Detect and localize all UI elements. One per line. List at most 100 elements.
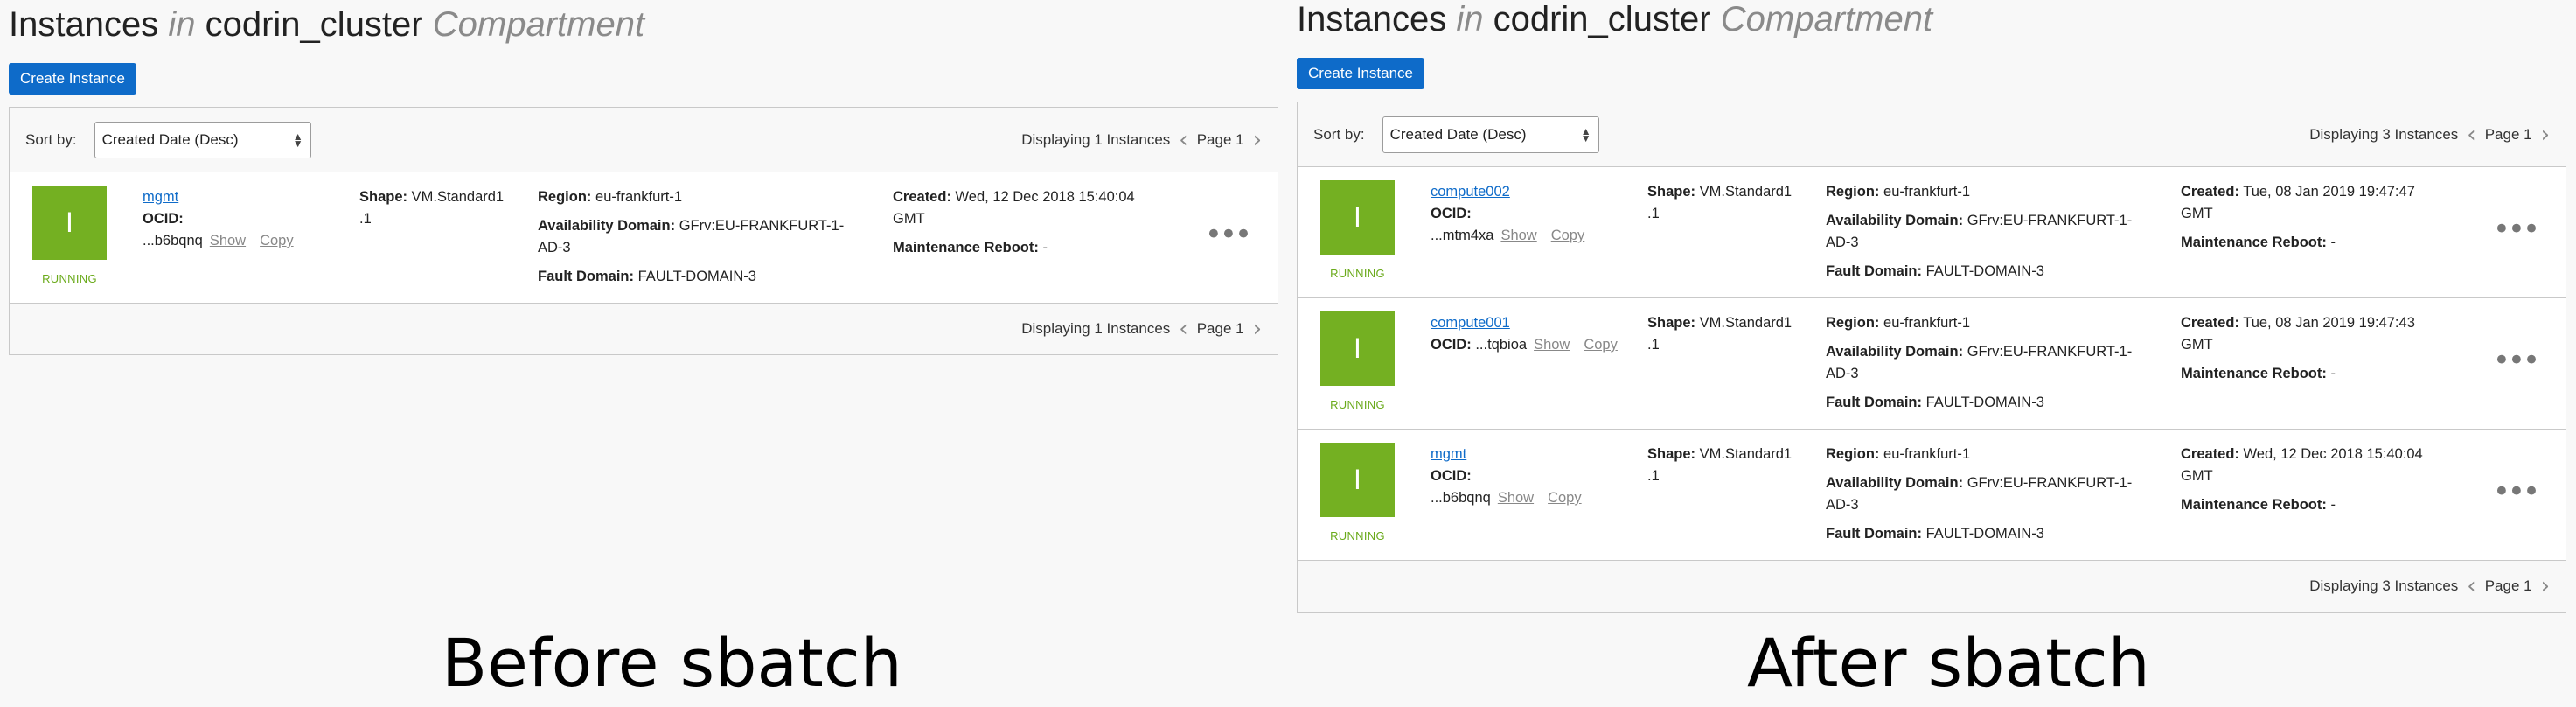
chevron-left-icon[interactable]: ‹ [1179, 129, 1187, 151]
title-in: in [1456, 0, 1484, 38]
shape-label: Shape: [1647, 315, 1696, 331]
list-toolbar: Sort by: Created Date (Desc) ▲ ▼ Displayi… [1298, 102, 2566, 167]
pager-bottom: Displaying 3 Instances ‹ Page 1 › [2309, 575, 2550, 598]
instance-state: RUNNING [1330, 398, 1385, 411]
created-col: Created: Tue, 08 Jan 2019 19:47:43 GMT M… [2181, 312, 2461, 385]
ocid-show-link[interactable]: Show [210, 233, 246, 248]
created-value: Tue, 08 Jan 2019 19:47:43 [2243, 315, 2415, 331]
displaying-count: Displaying 3 Instances [2309, 125, 2459, 143]
instance-icon: I [1320, 443, 1395, 517]
sort-area: Sort by: Created Date (Desc) ▲ ▼ [1313, 116, 1599, 153]
shape-value-cont: .1 [1647, 206, 1660, 221]
more-actions-icon[interactable]: ••• [2493, 346, 2540, 375]
instance-list: Sort by: Created Date (Desc) ▲ ▼ Displayi… [9, 107, 1278, 355]
sort-select[interactable]: Created Date (Desc) ▲ ▼ [94, 121, 311, 158]
shape-value-cont: .1 [1647, 468, 1660, 484]
displaying-count: Displaying 1 Instances [1021, 130, 1171, 148]
region-value: eu-frankfurt-1 [1883, 315, 1971, 331]
shape-value: VM.Standard1 [1699, 446, 1793, 462]
instance-list: Sort by: Created Date (Desc) ▲ ▼ Displayi… [1297, 102, 2566, 612]
create-instance-button[interactable]: Create Instance [9, 63, 137, 94]
sort-value: Created Date (Desc) [101, 130, 239, 148]
shape-col: Shape: VM.Standard1 .1 [1647, 312, 1810, 356]
region-value: eu-frankfurt-1 [595, 189, 683, 205]
ad-label: Availability Domain: [1826, 344, 1964, 360]
ocid-label: OCID: [1431, 206, 1472, 221]
instance-state: RUNNING [42, 272, 97, 285]
ocid-show-link[interactable]: Show [1534, 337, 1570, 353]
ocid-copy-link[interactable]: Copy [260, 233, 294, 248]
created-value-cont: GMT [2181, 468, 2213, 484]
more-actions-icon[interactable]: ••• [1205, 220, 1252, 249]
displaying-count: Displaying 1 Instances [1021, 320, 1171, 337]
chevron-right-icon[interactable]: › [1253, 129, 1262, 151]
instance-name-link[interactable]: mgmt [1431, 446, 1466, 462]
created-col: Created: Wed, 12 Dec 2018 15:40:04 GMT M… [2181, 444, 2461, 516]
title-compartment: codrin_cluster [1493, 0, 1711, 38]
page-number: Page 1 [1196, 130, 1244, 148]
shape-value: VM.Standard1 [1699, 315, 1793, 331]
pager-bottom: Displaying 1 Instances ‹ Page 1 › [1021, 318, 1262, 340]
more-actions-icon[interactable]: ••• [2493, 214, 2540, 244]
created-value: Tue, 08 Jan 2019 19:47:47 [2243, 184, 2415, 200]
shape-value: VM.Standard1 [1699, 184, 1793, 200]
instance-name-col: compute002 OCID: ...mtm4xa Show Copy [1431, 181, 1632, 247]
shape-value-cont: .1 [1647, 337, 1660, 353]
instance-icon: I [32, 186, 107, 260]
maintenance-label: Maintenance Reboot: [893, 240, 1039, 256]
ocid-copy-link[interactable]: Copy [1548, 490, 1582, 506]
instance-name-col: mgmt OCID: ...b6bqnq Show Copy [1431, 444, 1632, 509]
created-value: Wed, 12 Dec 2018 15:40:04 [955, 189, 1135, 205]
chevron-right-icon[interactable]: › [2541, 123, 2550, 146]
region-label: Region: [538, 189, 592, 205]
page-number: Page 1 [2484, 578, 2532, 594]
chevron-right-icon[interactable]: › [2541, 575, 2550, 598]
fd-label: Fault Domain: [538, 269, 634, 284]
created-label: Created: [2181, 184, 2239, 200]
title-main: Instances [9, 5, 159, 44]
maintenance-value: - [2330, 497, 2336, 513]
chevron-left-icon[interactable]: ‹ [1179, 318, 1187, 340]
instance-name-link[interactable]: compute002 [1431, 184, 1510, 200]
page-number: Page 1 [1196, 320, 1244, 337]
instance-icon: I [1320, 312, 1395, 386]
instance-name-link[interactable]: mgmt [143, 189, 178, 205]
instance-state: RUNNING [1330, 529, 1385, 542]
page-number: Page 1 [2484, 125, 2532, 143]
ad-label: Availability Domain: [538, 218, 676, 234]
created-value-cont: GMT [2181, 206, 2213, 221]
shape-col: Shape: VM.Standard1 .1 [359, 186, 522, 230]
region-label: Region: [1826, 446, 1880, 462]
ocid-show-link[interactable]: Show [1500, 228, 1536, 243]
shape-col: Shape: VM.Standard1 .1 [1647, 181, 1810, 225]
caption-before: Before sbatch [442, 624, 902, 702]
chevron-right-icon[interactable]: › [1253, 318, 1262, 340]
sort-label: Sort by: [1313, 125, 1365, 143]
pager-top: Displaying 3 Instances ‹ Page 1 › [2309, 123, 2550, 146]
list-footer: Displaying 1 Instances ‹ Page 1 › [10, 304, 1278, 354]
fd-value: FAULT-DOMAIN-3 [637, 269, 756, 284]
created-value-cont: GMT [893, 211, 925, 227]
ocid-copy-link[interactable]: Copy [1551, 228, 1585, 243]
ad-label: Availability Domain: [1826, 475, 1964, 491]
fd-value: FAULT-DOMAIN-3 [1925, 526, 2044, 542]
sort-select[interactable]: Created Date (Desc) ▲ ▼ [1382, 116, 1599, 153]
ocid-value: ...tqbioa [1475, 337, 1528, 353]
more-actions-icon[interactable]: ••• [2493, 477, 2540, 507]
ocid-copy-link[interactable]: Copy [1584, 337, 1618, 353]
region-col: Region: eu-frankfurt-1 Availability Doma… [1826, 444, 2158, 545]
chevron-left-icon[interactable]: ‹ [2467, 575, 2475, 598]
create-instance-button[interactable]: Create Instance [1297, 58, 1425, 89]
region-value: eu-frankfurt-1 [1883, 446, 1971, 462]
maintenance-label: Maintenance Reboot: [2181, 497, 2327, 513]
select-arrows-icon: ▲ ▼ [1580, 124, 1591, 144]
title-suffix: Compartment [432, 5, 645, 44]
page-title: Instances in codrin_cluster Compartment [1297, 0, 2570, 44]
sort-label: Sort by: [25, 130, 77, 148]
ad-value-cont: AD-3 [1826, 497, 1859, 513]
title-compartment: codrin_cluster [205, 5, 423, 44]
chevron-left-icon[interactable]: ‹ [2467, 123, 2475, 146]
instance-name-link[interactable]: compute001 [1431, 315, 1510, 331]
ocid-show-link[interactable]: Show [1498, 490, 1534, 506]
ad-value: GFrv:EU-FRANKFURT-1- [1967, 475, 2133, 491]
